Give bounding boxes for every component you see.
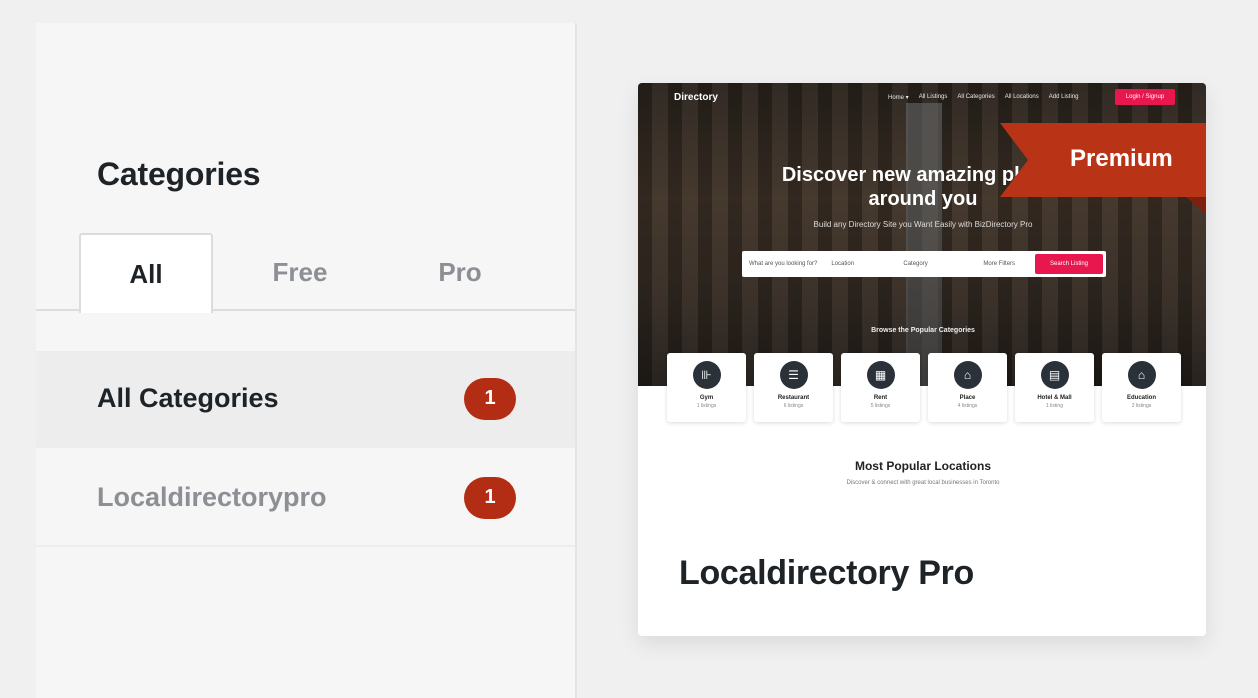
burger-icon: ☰ bbox=[779, 361, 808, 389]
preview-search-button: Search Listing bbox=[1035, 254, 1103, 274]
preview-nav: Home ▾ All Listings All Categories All L… bbox=[888, 94, 1078, 101]
preview-search-what: What are you looking for? bbox=[749, 261, 818, 267]
preview-category-name: Gym bbox=[699, 395, 714, 401]
premium-ribbon: Premium bbox=[1000, 123, 1206, 214]
ribbon-fold bbox=[1186, 197, 1206, 214]
preview-category-count: 1 listings bbox=[696, 403, 717, 409]
preview-search-category: Category bbox=[903, 261, 928, 267]
preview-category-cards: ⊪ Gym 1 listings ☰ Restaurant 6 listings ▦ Re… bbox=[667, 353, 1181, 422]
category-label: Localdirectorypro bbox=[97, 482, 327, 512]
tab-free[interactable]: Free bbox=[233, 233, 367, 311]
preview-subheadline: Build any Directory Site you Want Easily… bbox=[813, 220, 1033, 229]
tab-all[interactable]: All bbox=[79, 233, 213, 313]
preview-category-count: 1 listing bbox=[1046, 403, 1063, 409]
template-card[interactable]: Directory Home ▾ All Listings All Catego… bbox=[638, 83, 1206, 636]
building-icon: ▦ bbox=[866, 361, 895, 389]
preview-category-name: Hotel & Mall bbox=[1037, 395, 1072, 401]
preview-browse-title: Browse the Popular Categories bbox=[871, 327, 975, 334]
preview-nav-item: All Listings bbox=[918, 94, 948, 100]
preview-category-name: Place bbox=[959, 395, 976, 401]
preview-category-count: 5 listings bbox=[870, 403, 891, 409]
template-title[interactable]: Localdirectory Pro bbox=[679, 554, 974, 593]
preview-category-count: 6 listings bbox=[783, 403, 804, 409]
preview-login-button: Login / Signup bbox=[1115, 89, 1175, 105]
preview-category-card: ☰ Restaurant 6 listings bbox=[754, 353, 833, 422]
tab-pro[interactable]: Pro bbox=[393, 233, 527, 311]
premium-label: Premium bbox=[1070, 145, 1173, 172]
preview-category-card: ⌂ Education 2 listings bbox=[1102, 353, 1181, 422]
preview-search-bar: What are you looking for? Location Categ… bbox=[742, 251, 1106, 277]
preview-category-card: ⌂ Place 4 listings bbox=[928, 353, 1007, 422]
preview-category-card: ▤ Hotel & Mall 1 listing bbox=[1015, 353, 1094, 422]
category-item-all[interactable]: All Categories 1 bbox=[36, 351, 575, 448]
preview-logo: Directory bbox=[674, 92, 718, 103]
preview-nav-item: Home ▾ bbox=[888, 95, 909, 101]
preview-nav-item: All Locations bbox=[1004, 94, 1039, 100]
preview-nav-item: Add Listing bbox=[1048, 94, 1079, 100]
preview-category-count: 4 listings bbox=[957, 403, 978, 409]
preview-category-name: Education bbox=[1126, 395, 1156, 401]
count-badge: 1 bbox=[464, 377, 516, 420]
preview-category-name: Restaurant bbox=[777, 395, 810, 401]
preview-search-filters: More Filters bbox=[983, 261, 1016, 267]
category-tabs: All Free Pro bbox=[36, 233, 575, 313]
hotel-icon: ▤ bbox=[1040, 361, 1069, 389]
dumbbell-icon: ⊪ bbox=[692, 361, 721, 389]
preview-category-name: Rent bbox=[873, 395, 888, 401]
preview-category-card: ▦ Rent 5 listings bbox=[841, 353, 920, 422]
count-badge: 1 bbox=[464, 476, 516, 519]
school-icon: ⌂ bbox=[1127, 361, 1156, 389]
sidebar-title: Categories bbox=[97, 156, 261, 192]
category-sidebar: Categories All Free Pro All Categories 1… bbox=[36, 23, 577, 698]
category-label: All Categories bbox=[97, 383, 279, 413]
preview-popular-title: Most Popular Locations bbox=[854, 459, 991, 473]
place-icon: ⌂ bbox=[953, 361, 982, 389]
preview-nav-item: All Categories bbox=[957, 94, 995, 100]
preview-popular-subtitle: Discover & connect with great local busi… bbox=[846, 480, 1000, 486]
preview-category-count: 2 listings bbox=[1131, 403, 1152, 409]
category-item-localdirectorypro[interactable]: Localdirectorypro 1 bbox=[36, 450, 575, 547]
preview-search-location: Location bbox=[831, 261, 855, 267]
preview-category-card: ⊪ Gym 1 listings bbox=[667, 353, 746, 422]
